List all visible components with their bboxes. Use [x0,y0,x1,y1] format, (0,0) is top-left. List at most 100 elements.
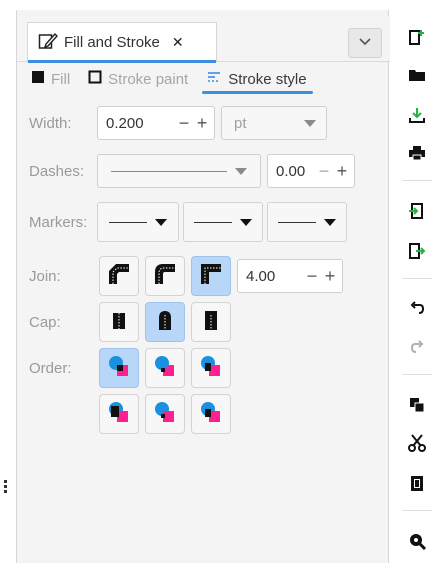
decrement-button[interactable]: − [176,113,192,134]
cap-label: Cap: [29,313,61,331]
join-miter-icon [200,263,222,290]
width-label: Width: [29,114,72,132]
dock-tab-title: Fill and Stroke [64,34,160,51]
marker-preview [194,221,232,223]
dash-offset-value: 0.00 [276,162,306,180]
cap-row: Cap: [29,302,237,342]
stroke-square-icon [88,70,102,88]
toolbar-separator [402,180,432,181]
order-row: Order: [29,348,237,388]
undo-icon[interactable] [400,296,434,322]
width-unit-value: pt [234,114,247,132]
order-fill-markers-stroke-button[interactable] [191,348,231,388]
join-bevel-icon [108,263,130,290]
active-subtab-indicator [202,91,313,94]
dashes-row: Dashes: 0.00 − + [29,154,355,188]
commands-toolbar [400,20,434,563]
markers-row: Markers: [29,202,347,242]
width-spin-buttons: − + [176,113,210,134]
cap-square-icon [202,309,220,336]
save-download-icon[interactable] [400,102,434,128]
dock-tab-fill-and-stroke[interactable]: Fill and Stroke ✕ [27,22,217,63]
chevron-down-icon [358,34,372,52]
dock-menu-button[interactable] [348,28,382,58]
tab-stroke-paint-label: Stroke paint [108,70,189,88]
cap-round-icon [156,309,174,336]
cap-round-button[interactable] [145,302,185,342]
dash-offset-spin-buttons: − + [316,161,350,182]
width-spinbox[interactable]: 0.200 − + [97,106,215,140]
order-label: Order: [29,359,72,377]
order-markers-fill-stroke-button[interactable] [99,394,139,434]
join-bevel-button[interactable] [99,256,139,296]
order-stroke-fill-markers-button[interactable] [145,348,185,388]
dropdown-arrow-icon [304,119,316,127]
tab-stroke-style[interactable]: Stroke style [202,62,313,96]
tab-fill-label: Fill [51,70,71,88]
order-stroke-markers-fill-button[interactable] [145,394,185,434]
cap-square-button[interactable] [191,302,231,342]
miter-limit-spinbox[interactable]: 4.00 − + [237,259,343,293]
fill-stroke-icon [38,32,58,54]
increment-button[interactable]: + [194,113,210,134]
markers-label: Markers: [29,213,88,231]
import-icon[interactable] [400,198,434,224]
marker-preview [278,221,316,223]
tab-fill[interactable]: Fill [31,62,70,96]
tab-stroke-style-label: Stroke style [228,70,307,88]
dropdown-arrow-icon [324,218,336,226]
join-round-button[interactable] [145,256,185,296]
start-marker-select[interactable] [97,202,179,242]
scissors-cut-icon[interactable] [400,430,434,456]
cap-butt-icon [110,309,128,336]
paint-order-icon [199,400,223,429]
width-value: 0.200 [106,114,144,132]
close-icon[interactable]: ✕ [172,34,184,51]
decrement-button[interactable]: − [304,266,320,287]
paint-order-icon [153,400,177,429]
copy-icon[interactable] [400,392,434,418]
fill-square-icon [31,70,45,88]
paint-order-icon [107,354,131,383]
dropdown-arrow-icon [155,218,167,226]
width-row: Width: 0.200 − + pt [29,106,327,140]
subtab-bar: Fill Stroke paint Stroke style [17,62,390,96]
increment-button[interactable]: + [322,266,338,287]
paint-order-icon [199,354,223,383]
tab-stroke-paint[interactable]: Stroke paint [88,62,188,96]
redo-icon[interactable] [400,334,434,360]
join-round-icon [154,263,176,290]
zoom-icon[interactable] [400,528,434,554]
paint-order-icon [153,354,177,383]
stroke-style-icon [206,70,222,88]
order-fill-stroke-markers-button[interactable] [99,348,139,388]
paste-clipboard-icon[interactable] [400,470,434,496]
order-markers-stroke-fill-button[interactable] [191,394,231,434]
panel-resize-grip[interactable] [4,480,7,494]
dash-offset-spinbox[interactable]: 0.00 − + [267,154,355,188]
dash-pattern-preview [111,170,227,172]
dash-pattern-select[interactable] [97,154,261,188]
toolbar-separator [402,278,432,279]
new-document-icon[interactable] [400,24,434,50]
dropdown-arrow-icon [235,167,247,175]
toolbar-separator [402,510,432,511]
increment-button[interactable]: + [334,161,350,182]
toolbar-separator [402,374,432,375]
cap-butt-button[interactable] [99,302,139,342]
width-unit-select[interactable]: pt [221,106,327,140]
join-miter-button[interactable] [191,256,231,296]
export-icon[interactable] [400,238,434,264]
join-row: Join: 4.00 − + [29,256,343,296]
decrement-button[interactable]: − [316,161,332,182]
mid-marker-select[interactable] [183,202,263,242]
paint-order-icon [107,400,131,429]
miter-limit-spin-buttons: − + [304,266,338,287]
print-icon[interactable] [400,140,434,166]
end-marker-select[interactable] [267,202,347,242]
dock-tab-bar: Fill and Stroke ✕ [17,16,390,63]
miter-limit-value: 4.00 [246,267,276,285]
dashes-label: Dashes: [29,162,85,180]
dropdown-arrow-icon [240,218,252,226]
open-folder-icon[interactable] [400,62,434,88]
